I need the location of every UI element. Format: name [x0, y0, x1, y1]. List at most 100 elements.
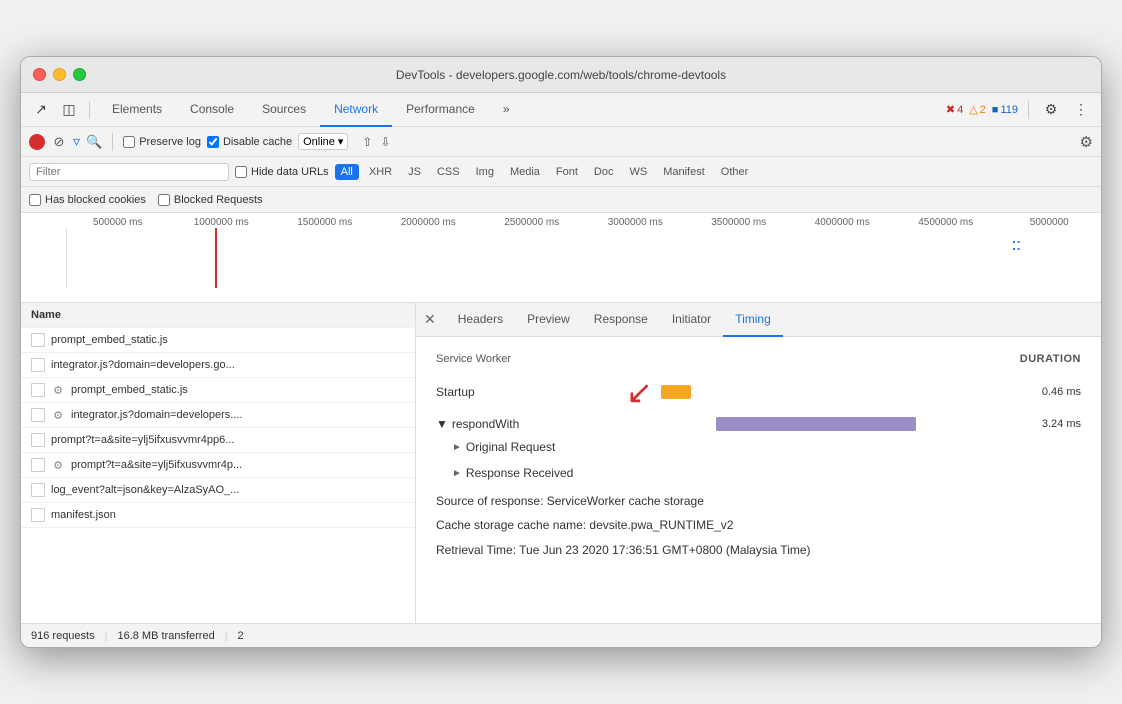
tree-arrow-icon[interactable]: ► [452, 442, 462, 453]
file-icon [31, 333, 45, 347]
cursor-icon[interactable]: ↗ [29, 98, 53, 122]
tab-sources[interactable]: Sources [248, 93, 320, 127]
filter-font[interactable]: Font [550, 164, 584, 180]
search-icon[interactable]: 🔍 [86, 134, 102, 150]
devtools-window: DevTools - developers.google.com/web/too… [20, 56, 1102, 648]
download-icon[interactable]: ⇩ [380, 135, 390, 149]
filter-icon[interactable]: ▿ [73, 133, 80, 150]
filter-other[interactable]: Other [715, 164, 755, 180]
main-area: Name prompt_embed_static.js integrator.j… [21, 303, 1101, 623]
list-item[interactable]: ⚙ prompt_embed_static.js [21, 378, 415, 403]
filter-input[interactable] [29, 163, 229, 181]
filter-doc[interactable]: Doc [588, 164, 620, 180]
tab-headers[interactable]: Headers [446, 303, 515, 337]
close-button[interactable] [33, 68, 46, 81]
tab-elements[interactable]: Elements [98, 93, 176, 127]
extra-count: 2 [238, 630, 244, 642]
preserve-log-text: Preserve log [139, 136, 201, 148]
tl-label-3: 2000000 ms [377, 217, 481, 228]
status-sep-2: | [225, 630, 228, 642]
main-toolbar: ↗ ◫ Elements Console Sources Network Per… [21, 93, 1101, 127]
tab-network[interactable]: Network [320, 93, 392, 127]
throttle-select[interactable]: Online ▾ [298, 133, 348, 150]
list-item[interactable]: prompt_embed_static.js [21, 328, 415, 353]
original-request-item: ► Original Request [452, 437, 555, 457]
tab-performance[interactable]: Performance [392, 93, 489, 127]
file-icon [31, 383, 45, 397]
respond-with-text: respondWith [452, 417, 519, 431]
tab-timing[interactable]: Timing [723, 303, 783, 337]
hide-data-urls-checkbox[interactable] [235, 166, 247, 178]
maximize-button[interactable] [73, 68, 86, 81]
gear-icon: ⚙ [51, 383, 65, 397]
blocked-requests-label[interactable]: Blocked Requests [158, 194, 263, 206]
stop-button[interactable]: ⊘ [51, 134, 67, 150]
file-icon [31, 408, 45, 422]
message-badge: ■ 119 [992, 104, 1018, 116]
file-icon [31, 483, 45, 497]
requests-count: 916 requests [31, 630, 95, 642]
minimize-button[interactable] [53, 68, 66, 81]
list-item[interactable]: manifest.json [21, 503, 415, 528]
blocked-cookies-checkbox[interactable] [29, 194, 41, 206]
list-item[interactable]: ⚙ prompt?t=a&site=ylj5ifxusvvmr4p... [21, 453, 415, 478]
tab-console[interactable]: Console [176, 93, 248, 127]
settings-gear-icon[interactable]: ⚙ [1080, 133, 1093, 151]
filter-manifest[interactable]: Manifest [657, 164, 711, 180]
upload-icon[interactable]: ⇧ [362, 135, 372, 149]
preserve-log-label[interactable]: Preserve log [123, 136, 201, 148]
close-panel-button[interactable]: ✕ [424, 311, 436, 328]
startup-bar-area: ↙ [596, 373, 1021, 411]
settings-icon[interactable]: ⚙ [1039, 98, 1063, 122]
blocked-requests-checkbox[interactable] [158, 194, 170, 206]
list-item[interactable]: prompt?t=a&site=ylj5ifxusvvmr4pp6... [21, 428, 415, 453]
timing-content: Service Worker DURATION Startup ↙ 0.46 m… [416, 337, 1101, 623]
device-icon[interactable]: ◫ [57, 98, 81, 122]
net-sep [112, 133, 113, 151]
error-count: 4 [957, 104, 963, 116]
hide-data-urls-label[interactable]: Hide data URLs [235, 166, 329, 178]
respond-with-bar-area [596, 417, 1021, 431]
startup-row: Startup ↙ 0.46 ms [436, 373, 1081, 411]
filter-all[interactable]: All [335, 164, 359, 180]
file-icon [31, 458, 45, 472]
more-icon[interactable]: ⋮ [1069, 98, 1093, 122]
status-bar: 916 requests | 16.8 MB transferred | 2 [21, 623, 1101, 647]
blocked-requests-text: Blocked Requests [174, 194, 263, 206]
expand-icon[interactable]: ▼ [436, 417, 448, 431]
transferred-size: 16.8 MB transferred [117, 630, 214, 642]
warning-count: 2 [980, 104, 986, 116]
status-sep: | [105, 630, 108, 642]
toolbar-separator [89, 101, 90, 119]
tab-response[interactable]: Response [582, 303, 660, 337]
record-button[interactable] [29, 134, 45, 150]
filter-img[interactable]: Img [470, 164, 500, 180]
disable-cache-checkbox[interactable] [207, 136, 219, 148]
list-item[interactable]: integrator.js?domain=developers.go... [21, 353, 415, 378]
filter-xhr[interactable]: XHR [363, 164, 398, 180]
preserve-log-checkbox[interactable] [123, 136, 135, 148]
tl-label-7: 4000000 ms [791, 217, 895, 228]
startup-bar [661, 385, 691, 399]
blocked-cookies-label[interactable]: Has blocked cookies [29, 194, 146, 206]
tab-more[interactable]: » [489, 93, 524, 127]
tl-label-8: 4500000 ms [894, 217, 998, 228]
online-label: Online [303, 136, 335, 148]
file-icon [31, 508, 45, 522]
tab-preview[interactable]: Preview [515, 303, 582, 337]
tl-label-9: 5000000 [998, 217, 1102, 228]
list-item[interactable]: ⚙ integrator.js?domain=developers.... [21, 403, 415, 428]
tab-initiator[interactable]: Initiator [660, 303, 723, 337]
filter-css[interactable]: CSS [431, 164, 466, 180]
tl-label-4: 2500000 ms [480, 217, 584, 228]
response-received-row: ► Response Received [436, 463, 1081, 483]
blocked-cookies-text: Has blocked cookies [45, 194, 146, 206]
filter-ws[interactable]: WS [623, 164, 653, 180]
disable-cache-label[interactable]: Disable cache [207, 136, 292, 148]
tree-arrow-2-icon[interactable]: ► [452, 468, 462, 479]
filter-js[interactable]: JS [402, 164, 427, 180]
panel-tabs: ✕ Headers Preview Response Initiator Tim… [416, 303, 1101, 337]
import-export: ⇧ ⇩ [362, 135, 390, 149]
filter-media[interactable]: Media [504, 164, 546, 180]
list-item[interactable]: log_event?alt=json&key=AlzaSyAO_... [21, 478, 415, 503]
